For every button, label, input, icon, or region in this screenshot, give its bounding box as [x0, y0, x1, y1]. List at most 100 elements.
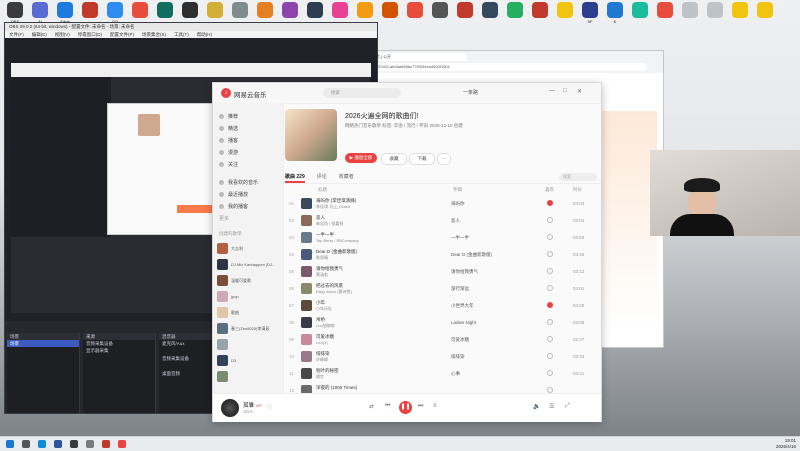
obs-menu-item[interactable]: 停靠窗口(D) [78, 31, 102, 38]
desktop-icon[interactable] [629, 2, 651, 32]
table-row[interactable]: 09 可爱冰糖 Leo(1) 可爱冰糖 02:47 [285, 331, 601, 348]
desktop-icon[interactable] [529, 2, 551, 32]
sidebar-playlist[interactable]: 温暖可爱歌 [217, 273, 279, 287]
minimize-icon[interactable]: — [549, 88, 555, 94]
track-album[interactable]: 小世界大年 [451, 303, 474, 309]
desktop-icon[interactable] [479, 2, 501, 32]
prev-icon[interactable]: ⏮ [385, 403, 390, 410]
obs-menu-item[interactable]: 视图(V) [55, 31, 70, 38]
heart-icon[interactable] [547, 217, 553, 223]
tab-comments[interactable]: 评论 [317, 171, 327, 183]
more-button[interactable]: ··· [437, 153, 451, 165]
mixer-mic[interactable]: 麦克风/Aux [159, 340, 219, 347]
desktop-icon[interactable] [654, 2, 676, 32]
track-artist[interactable]: 理世 [316, 374, 324, 380]
heart-icon[interactable] [547, 336, 553, 342]
sidebar-playlist[interactable]: 歌曲 [217, 305, 279, 319]
sidebar-playlist[interactable] [217, 369, 279, 383]
obs-menu-item[interactable]: 工具(T) [174, 31, 189, 38]
table-row[interactable]: 01 海屿你 (李佳琪演绎) 李佳琪 马上_Crash 海屿你 04:03 [285, 195, 601, 212]
search-icon[interactable] [22, 440, 30, 448]
table-row[interactable]: 02 恶人 林志炫 / 张嘉倪 恶人 03:04 [285, 212, 601, 229]
track-title[interactable]: 深夜的 (1000 Times) [316, 385, 357, 391]
desktop-icon[interactable] [379, 2, 401, 32]
track-artist[interactable]: 许峥嵘 [316, 357, 328, 363]
pause-button[interactable]: ❚❚ [399, 401, 412, 414]
track-artist[interactable]: Luo加咖啡 [316, 323, 335, 329]
obs-menu-item[interactable]: 文件(F) [9, 31, 24, 38]
track-album[interactable]: 请你给我勇气 [451, 269, 478, 275]
like-icon[interactable]: ♡ [267, 404, 272, 411]
tab-subscribers[interactable]: 收藏者 [339, 171, 354, 183]
heart-icon[interactable] [547, 302, 553, 308]
track-album[interactable]: 可爱冰糖 [451, 337, 469, 343]
sidebar-more[interactable]: 更多 [219, 215, 229, 222]
desktop-icon[interactable] [704, 2, 726, 32]
desktop-icon[interactable]: SF [579, 2, 601, 32]
desktop-icon[interactable] [404, 2, 426, 32]
track-artist[interactable]: Leo(1) [316, 340, 328, 345]
heart-icon[interactable] [547, 251, 553, 257]
obs-menu-item[interactable]: 帮助(H) [197, 31, 212, 38]
volume-icon[interactable]: 🔈 [533, 403, 540, 410]
track-album[interactable]: Ladies Night [451, 320, 476, 325]
sidebar-item-recommend[interactable]: 推荐 [219, 113, 238, 120]
desktop-icon[interactable] [429, 2, 451, 32]
fullscreen-icon[interactable]: ⤢ [565, 403, 570, 410]
sidebar-item-recent[interactable]: 最近播放 [219, 191, 248, 198]
track-artist[interactable]: 林志炫 / 张嘉倪 [316, 221, 343, 227]
table-row[interactable]: 04 Dear D (金曲新歌版) 陈思晴 Dear D (金曲新歌版) 03:45 [285, 246, 601, 263]
table-row[interactable]: 11 别叶的秘密 理世 心事 03:21 [285, 365, 601, 382]
table-row[interactable]: 10 绯绯染 许峥嵘 绯绯染 03:33 [285, 348, 601, 365]
maximize-icon[interactable]: □ [563, 88, 567, 94]
track-album[interactable]: 绯绯染 [451, 354, 465, 360]
track-artist[interactable]: Rayy Alven (黄诗弦) [316, 289, 352, 295]
search-input[interactable]: 搜索 [323, 88, 401, 98]
table-row[interactable]: 05 请你给我勇气 黄涵若 请你给我勇气 03:12 [285, 263, 601, 280]
mixer-audio[interactable]: 音频采集设备 [159, 355, 219, 362]
lyrics-icon[interactable]: ≡ [433, 403, 437, 409]
playlist-icon[interactable]: ☰ [549, 403, 554, 410]
tab-songs[interactable]: 歌曲 229 [285, 171, 305, 183]
sidebar-item-follow[interactable]: 关注 [219, 161, 238, 168]
track-artist[interactable]: 李佳琪 马上_Crash [316, 204, 350, 210]
folder-icon[interactable] [54, 440, 62, 448]
desktop-icon[interactable]: K [604, 2, 626, 32]
sidebar-item-featured[interactable]: 精选 [219, 125, 238, 132]
sidebar-item-liked[interactable]: 我喜欢的音乐 [219, 179, 258, 186]
clock[interactable]: 19:01 2026/4/16 [760, 438, 796, 450]
close-icon[interactable]: ✕ [577, 88, 582, 95]
shuffle-icon[interactable]: ⇄ [369, 403, 374, 410]
sidebar-item-podcast[interactable]: 播客 [219, 137, 238, 144]
desktop-icon[interactable] [554, 2, 576, 32]
desktop-icon[interactable] [454, 2, 476, 32]
netease-icon[interactable] [118, 440, 126, 448]
sidebar-item-mypodcast[interactable]: 我的播客 [219, 203, 248, 210]
app-icon[interactable] [86, 440, 94, 448]
heart-icon[interactable] [547, 353, 553, 359]
source-item-audio[interactable]: 音频采集设备 [83, 340, 155, 347]
scene-item[interactable]: 场景 [7, 340, 79, 347]
sidebar-playlist[interactable]: DJ Mix Kanhappen (DJ... [217, 257, 279, 271]
heart-icon[interactable] [547, 370, 553, 376]
table-search-input[interactable]: 搜索 [559, 173, 597, 181]
download-button[interactable]: 下载 [409, 153, 435, 165]
heart-icon[interactable] [547, 268, 553, 274]
desktop-icon[interactable] [679, 2, 701, 32]
track-album[interactable]: 恶人 [451, 218, 460, 224]
track-album[interactable]: 心事 [451, 371, 460, 377]
table-row[interactable]: 03 一半一半 Tep Berry / R8Company 一半一半 03:53 [285, 229, 601, 246]
play-all-button[interactable]: ▶ 播放全部 [345, 153, 377, 163]
obs-menu-item[interactable]: 编辑(E) [32, 31, 47, 38]
heart-icon[interactable] [547, 234, 553, 240]
sidebar-playlist[interactable]: 大吉利 [217, 241, 279, 255]
track-artist[interactable]: 小年乐队 [316, 306, 332, 312]
start-icon[interactable] [6, 440, 14, 448]
now-playing-art[interactable] [221, 399, 239, 417]
desktop-icon[interactable] [729, 2, 751, 32]
collect-button[interactable]: 收藏 [381, 153, 407, 165]
table-row[interactable]: 07 小年 小年乐队 小世界大年 04:00 [285, 297, 601, 314]
obs-icon[interactable] [70, 440, 78, 448]
obs-menu-item[interactable]: 配置文件(P) [110, 31, 134, 38]
table-row[interactable]: 08 吊桥 Luo加咖啡 Ladies Night 03:58 [285, 314, 601, 331]
